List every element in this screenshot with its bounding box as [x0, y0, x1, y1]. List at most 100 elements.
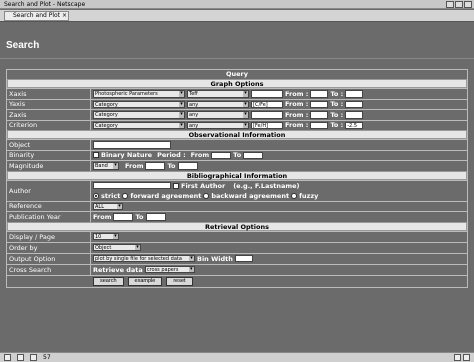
- pubyear-to-label: To: [135, 212, 144, 221]
- object-row: Object: [7, 139, 467, 150]
- nav-icon[interactable]: [4, 354, 11, 361]
- online-icon: [463, 354, 470, 361]
- period-to-label: To: [233, 151, 242, 160]
- backward-label: backward agreement: [211, 191, 290, 200]
- order-label: Order by: [7, 242, 91, 253]
- status-count: 57: [43, 354, 51, 361]
- yaxis-param-select[interactable]: any: [187, 100, 249, 108]
- zaxis-to-label: To :: [330, 110, 344, 119]
- mag-from-input[interactable]: [145, 162, 166, 170]
- forward-label: forward agreement: [130, 191, 202, 200]
- bibliographical-info-heading: Bibliographical Information: [7, 170, 467, 180]
- yaxis-unit-input[interactable]: [C/Fe]: [251, 100, 283, 108]
- yaxis-category-select[interactable]: Category: [93, 100, 185, 108]
- fuzzy-label: fuzzy: [299, 191, 319, 200]
- zaxis-param-select[interactable]: any: [187, 111, 249, 119]
- yaxis-label: Yaxis: [7, 99, 91, 109]
- security-icon: [454, 354, 461, 361]
- output-label: Output Option: [7, 253, 91, 264]
- criterion-param-select[interactable]: any: [187, 121, 249, 129]
- yaxis-to-input[interactable]: [345, 100, 364, 108]
- fuzzy-radio[interactable]: [291, 192, 298, 199]
- magnitude-label: Magnitude: [7, 161, 91, 171]
- cross-row: Cross Search Retrieve data cross papers: [7, 263, 467, 275]
- order-select[interactable]: Object: [93, 243, 141, 252]
- window-controls: [446, 1, 472, 8]
- object-label: Object: [7, 140, 91, 150]
- reference-select[interactable]: ALL: [93, 202, 123, 210]
- author-input[interactable]: [93, 181, 171, 190]
- strict-label: strict: [101, 191, 121, 200]
- criterion-unit-input[interactable]: [Fe/H]: [251, 121, 283, 129]
- zaxis-unit-input[interactable]: [251, 111, 283, 119]
- tab-search-and-plot[interactable]: Search and Plot ×: [4, 11, 70, 21]
- search-button[interactable]: search: [93, 276, 124, 286]
- period-from-label: From: [190, 151, 210, 160]
- criterion-from-input[interactable]: [310, 121, 329, 129]
- zaxis-label: Zaxis: [7, 110, 91, 120]
- maximize-button[interactable]: [455, 1, 463, 8]
- period-to-input[interactable]: [243, 151, 264, 159]
- binary-nature-checkbox[interactable]: [93, 152, 99, 159]
- bin-width-input[interactable]: [234, 254, 253, 263]
- zaxis-to-input[interactable]: [345, 111, 364, 119]
- period-from-input[interactable]: [211, 151, 232, 159]
- xaxis-unit-input[interactable]: [251, 90, 283, 98]
- first-author-label: First Author: [181, 181, 226, 190]
- xaxis-category-select[interactable]: Photospheric Parameters: [93, 90, 185, 98]
- observational-info-heading: Observational Information: [7, 130, 467, 139]
- criterion-to-input[interactable]: -2.5: [345, 121, 364, 129]
- close-window-button[interactable]: [464, 1, 472, 8]
- output-select[interactable]: plot by single file for selected data: [93, 254, 195, 263]
- retrieve-data-label: Retrieve data: [93, 265, 143, 274]
- cross-label: Cross Search: [7, 264, 91, 275]
- strict-radio[interactable]: [93, 192, 99, 199]
- output-row: Output Option plot by single file for se…: [7, 252, 467, 264]
- pubyear-row: Publication Year From To: [7, 211, 467, 222]
- order-row: Order by Object: [7, 241, 467, 253]
- yaxis-from-input[interactable]: [310, 100, 329, 108]
- first-author-checkbox[interactable]: [173, 182, 179, 189]
- mail-icon[interactable]: [17, 354, 24, 361]
- magnitude-row: Magnitude Band From To: [7, 160, 467, 171]
- graph-options-heading: Graph Options: [7, 79, 467, 88]
- xaxis-to-input[interactable]: [345, 90, 364, 98]
- zaxis-from-input[interactable]: [310, 111, 329, 119]
- tab-label: Search and Plot: [13, 12, 61, 19]
- xaxis-param-select[interactable]: Teff: [187, 90, 249, 98]
- criterion-label: Criterion: [7, 120, 91, 130]
- browser-window: Search and Plot - Netscape Search and Pl…: [0, 0, 474, 362]
- page-title: Search: [6, 40, 40, 51]
- period-label: Period :: [157, 151, 186, 160]
- criterion-to-label: To :: [330, 121, 344, 130]
- author-row: Author First Author (e.g., F.Lastname) s…: [7, 179, 467, 201]
- minimize-button[interactable]: [446, 1, 454, 8]
- cross-select[interactable]: cross papers: [144, 265, 195, 274]
- pubyear-from-input[interactable]: [113, 213, 134, 221]
- mag-to-input[interactable]: [177, 162, 198, 170]
- close-icon[interactable]: ×: [62, 12, 67, 20]
- xaxis-from-label: From :: [285, 89, 309, 98]
- pubyear-from-label: From: [93, 212, 112, 221]
- display-row: Display / Page 10: [7, 230, 467, 242]
- forward-radio[interactable]: [122, 192, 129, 199]
- zaxis-row: Zaxis Category any From : To :: [7, 109, 467, 120]
- zaxis-category-select[interactable]: Category: [93, 111, 185, 119]
- display-label: Display / Page: [7, 231, 91, 242]
- yaxis-from-label: From :: [285, 100, 309, 109]
- status-bar: 57: [0, 352, 474, 362]
- compose-icon[interactable]: [30, 354, 37, 361]
- author-example-text: (e.g., F.Lastname): [233, 181, 300, 190]
- yaxis-row: Yaxis Category any [C/Fe] From : To :: [7, 98, 467, 109]
- object-input[interactable]: [93, 141, 171, 149]
- example-button[interactable]: example: [127, 276, 163, 286]
- author-label: Author: [7, 180, 91, 201]
- xaxis-from-input[interactable]: [310, 90, 329, 98]
- criterion-category-select[interactable]: Category: [93, 121, 185, 129]
- pubyear-to-input[interactable]: [145, 213, 166, 221]
- band-select[interactable]: Band: [93, 162, 119, 170]
- backward-radio[interactable]: [203, 192, 210, 199]
- reset-button[interactable]: reset: [166, 276, 193, 286]
- yaxis-to-label: To :: [330, 100, 344, 109]
- display-select[interactable]: 10: [93, 232, 119, 241]
